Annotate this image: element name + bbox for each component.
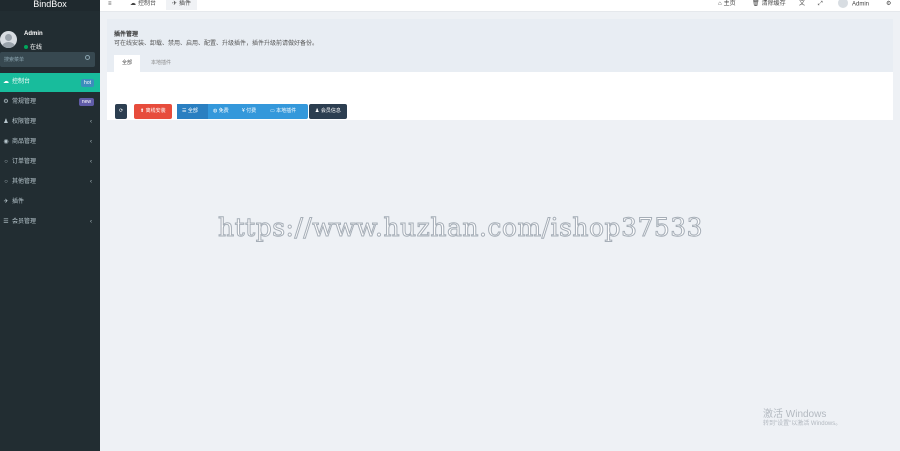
sidebar-item-label: 其他管理 bbox=[12, 179, 37, 185]
addon-panel: 插件管理 可在线安装、卸载、禁用、启用、配置、升级插件，插件升级前请做好备份。 … bbox=[107, 19, 893, 120]
sidebar-item-other[interactable]: ○ 其他管理 ‹ bbox=[0, 172, 100, 192]
brand-logo[interactable]: BindBox bbox=[0, 0, 100, 11]
chevron-left-icon: ‹ bbox=[90, 159, 92, 165]
dashboard-icon: ☁ bbox=[130, 1, 136, 7]
filter-all-button[interactable]: ☰ 全部 bbox=[177, 104, 208, 119]
user-menu-label: Admin bbox=[852, 1, 870, 8]
panel-heading: 插件管理 可在线安装、卸载、禁用、启用、配置、升级插件，插件升级前请做好备份。 … bbox=[107, 19, 893, 72]
sidebar-item-label: 插件 bbox=[12, 199, 25, 205]
avatar bbox=[838, 0, 848, 8]
chevron-left-icon: ‹ bbox=[90, 139, 92, 145]
filter-free-button[interactable]: ◍ 免费 bbox=[208, 104, 237, 119]
menu-toggle-icon[interactable]: ≡ bbox=[108, 0, 112, 10]
trash-icon: 🗑 bbox=[752, 1, 760, 7]
circle-icon: ○ bbox=[4, 179, 8, 185]
tab-addons[interactable]: ✈ 插件 bbox=[166, 0, 198, 10]
watermark-text: https://www.huzhan.com/ishop37533 bbox=[217, 213, 704, 243]
hot-badge: hot bbox=[81, 79, 94, 87]
member-info-button[interactable]: ♟ 会员信息 bbox=[309, 104, 347, 119]
user-panel: Admin 在线 bbox=[0, 11, 100, 51]
search-icon[interactable] bbox=[85, 55, 90, 60]
globe-icon: ◉ bbox=[3, 139, 9, 145]
language-icon[interactable]: 文 bbox=[799, 0, 805, 10]
home-label: 主页 bbox=[723, 1, 736, 7]
group-icon: ♟ bbox=[3, 119, 9, 125]
home-icon: ⌂ bbox=[718, 1, 722, 7]
new-badge: new bbox=[78, 98, 94, 106]
clear-cache-button[interactable]: 🗑 清除缓存 bbox=[752, 0, 786, 10]
sidebar-item-auth[interactable]: ♟ 权限管理 ‹ bbox=[0, 112, 100, 132]
local-install-button[interactable]: ⬆ 离线安装 bbox=[134, 104, 172, 119]
list-icon: ☰ bbox=[3, 219, 9, 225]
cogs-icon: ⚙ bbox=[3, 99, 9, 105]
filter-label: 付费 bbox=[246, 108, 257, 114]
chevron-left-icon: ‹ bbox=[90, 119, 92, 125]
filter-label: 免费 bbox=[218, 108, 229, 114]
refresh-button[interactable]: ⟳ bbox=[115, 104, 128, 119]
member-info-label: 会员信息 bbox=[320, 108, 341, 114]
panel-description: 可在线安装、卸载、禁用、启用、配置、升级插件，插件升级前请做好备份。 bbox=[114, 41, 319, 47]
tab-label: 插件 bbox=[179, 1, 192, 7]
dashboard-icon: ☁ bbox=[3, 79, 9, 85]
circle-icon: ○ bbox=[4, 159, 8, 165]
sidebar-search-input[interactable]: 搜索菜单 bbox=[0, 52, 95, 67]
user-status: 在线 bbox=[24, 42, 42, 51]
user-menu[interactable]: Admin bbox=[838, 0, 869, 10]
filter-local-button[interactable]: ▭ 本地插件 bbox=[265, 104, 308, 119]
windows-activation-subtitle: 转到"设置"以激活 Windows。 bbox=[763, 421, 842, 427]
sidebar-item-orders[interactable]: ○ 订单管理 ‹ bbox=[0, 152, 100, 172]
sidebar-item-goods[interactable]: ◉ 商品管理 ‹ bbox=[0, 132, 100, 152]
home-link[interactable]: ⌂ 主页 bbox=[718, 0, 736, 10]
filter-label: 本地插件 bbox=[276, 108, 297, 114]
filter-paid-button[interactable]: ¥ 付费 bbox=[237, 104, 265, 119]
sidebar-item-members[interactable]: ☰ 会员管理 ‹ bbox=[0, 212, 100, 232]
user-name: Admin bbox=[24, 31, 43, 37]
sidebar-item-label: 会员管理 bbox=[12, 219, 37, 225]
sidebar-item-label: 常规管理 bbox=[12, 99, 37, 105]
sidebar-item-label: 权限管理 bbox=[12, 119, 37, 125]
sidebar-item-addons[interactable]: ✈ 插件 bbox=[0, 192, 100, 212]
fullscreen-icon[interactable]: ⤢ bbox=[818, 0, 823, 10]
rocket-icon: ✈ bbox=[172, 1, 178, 7]
panel-title: 插件管理 bbox=[114, 32, 139, 38]
online-dot-icon bbox=[24, 45, 28, 50]
sidebar-item-label: 控制台 bbox=[12, 79, 31, 85]
sidebar-search-placeholder: 搜索菜单 bbox=[4, 57, 25, 63]
top-navbar: ≡ ☁ 控制台 ✈ 插件 ⌂ 主页 🗑 清除缓存 文 ⤢ Admin ⚙ bbox=[100, 0, 900, 12]
clear-cache-label: 清除缓存 bbox=[761, 1, 786, 7]
tab-dashboard[interactable]: ☁ 控制台 bbox=[130, 0, 156, 10]
rocket-icon: ✈ bbox=[3, 199, 9, 205]
sidebar-menu: ☁ 控制台 hot ⚙ 常规管理 new ♟ 权限管理 ‹ ◉ 商品管理 ‹ ○ 订单管理… bbox=[0, 73, 100, 232]
chevron-left-icon: ‹ bbox=[90, 179, 92, 185]
tab-all[interactable]: 全部 bbox=[114, 55, 141, 72]
filter-label: 全部 bbox=[187, 108, 198, 114]
sidebar: BindBox Admin 在线 搜索菜单 ☁ 控制台 hot ⚙ 常规管理 new… bbox=[0, 0, 100, 451]
sidebar-item-label: 商品管理 bbox=[12, 139, 37, 145]
sidebar-item-general[interactable]: ⚙ 常规管理 new bbox=[0, 92, 100, 112]
sidebar-item-label: 订单管理 bbox=[12, 159, 37, 165]
chevron-left-icon: ‹ bbox=[90, 219, 92, 225]
tab-label: 控制台 bbox=[138, 1, 157, 7]
sidebar-item-dashboard[interactable]: ☁ 控制台 hot bbox=[0, 73, 100, 92]
tab-local[interactable]: 本地插件 bbox=[143, 55, 179, 72]
user-status-label: 在线 bbox=[30, 45, 43, 51]
local-install-label: 离线安装 bbox=[145, 108, 166, 114]
avatar bbox=[0, 31, 17, 48]
settings-icon[interactable]: ⚙ bbox=[886, 0, 891, 10]
filter-button-group: ☰ 全部 ◍ 免费 ¥ 付费 ▭ 本地插件 bbox=[177, 104, 308, 119]
